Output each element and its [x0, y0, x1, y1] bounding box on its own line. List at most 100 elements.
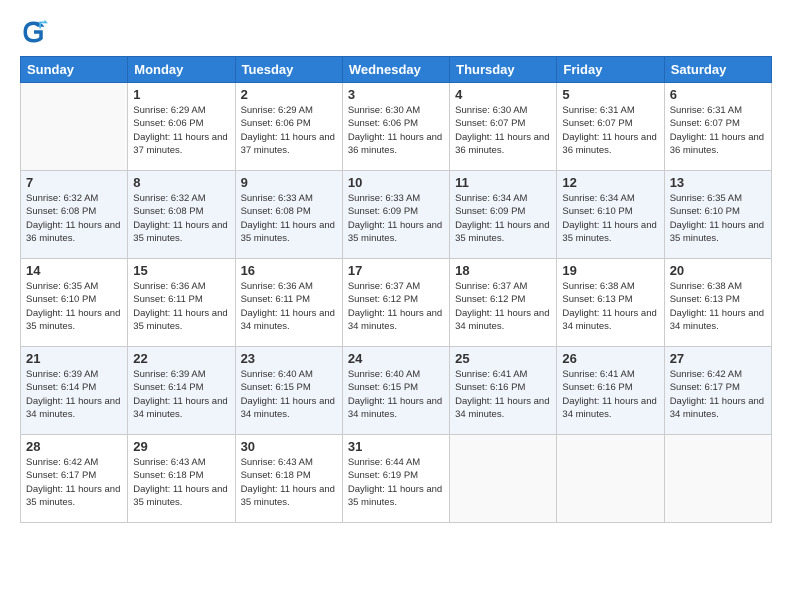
day-number: 14: [26, 263, 122, 278]
cell-info: Sunrise: 6:38 AMSunset: 6:13 PMDaylight:…: [562, 280, 658, 333]
cell-info: Sunrise: 6:34 AMSunset: 6:10 PMDaylight:…: [562, 192, 658, 245]
day-number: 1: [133, 87, 229, 102]
cell-info: Sunrise: 6:41 AMSunset: 6:16 PMDaylight:…: [455, 368, 551, 421]
day-number: 8: [133, 175, 229, 190]
cell-info: Sunrise: 6:39 AMSunset: 6:14 PMDaylight:…: [26, 368, 122, 421]
calendar-cell: 26 Sunrise: 6:41 AMSunset: 6:16 PMDayligh…: [557, 347, 664, 435]
cell-info: Sunrise: 6:36 AMSunset: 6:11 PMDaylight:…: [133, 280, 229, 333]
calendar-week-row: 1 Sunrise: 6:29 AMSunset: 6:06 PMDaylight…: [21, 83, 772, 171]
calendar-cell: 16Sunrise: 6:36 AMSunset: 6:11 PMDayligh…: [235, 259, 342, 347]
calendar-cell: [664, 435, 771, 523]
calendar-header-monday: Monday: [128, 57, 235, 83]
cell-info: Sunrise: 6:33 AMSunset: 6:08 PMDaylight:…: [241, 192, 337, 245]
calendar-cell: [21, 83, 128, 171]
day-number: 11: [455, 175, 551, 190]
calendar-cell: 27 Sunrise: 6:42 AMSunset: 6:17 PMDayligh…: [664, 347, 771, 435]
day-number: 18: [455, 263, 551, 278]
cell-info: Sunrise: 6:44 AMSunset: 6:19 PMDaylight:…: [348, 456, 444, 509]
day-number: 25: [455, 351, 551, 366]
day-number: 24: [348, 351, 444, 366]
day-number: 12: [562, 175, 658, 190]
cell-info: Sunrise: 6:39 AMSunset: 6:14 PMDaylight:…: [133, 368, 229, 421]
cell-info: Sunrise: 6:29 AMSunset: 6:06 PMDaylight:…: [133, 104, 229, 157]
cell-info: Sunrise: 6:31 AMSunset: 6:07 PMDaylight:…: [562, 104, 658, 157]
calendar-cell: 2 Sunrise: 6:29 AMSunset: 6:06 PMDaylight…: [235, 83, 342, 171]
cell-info: Sunrise: 6:40 AMSunset: 6:15 PMDaylight:…: [348, 368, 444, 421]
cell-info: Sunrise: 6:37 AMSunset: 6:12 PMDaylight:…: [455, 280, 551, 333]
day-number: 22: [133, 351, 229, 366]
cell-info: Sunrise: 6:43 AMSunset: 6:18 PMDaylight:…: [133, 456, 229, 509]
calendar-header-thursday: Thursday: [450, 57, 557, 83]
cell-info: Sunrise: 6:43 AMSunset: 6:18 PMDaylight:…: [241, 456, 337, 509]
day-number: 13: [670, 175, 766, 190]
day-number: 6: [670, 87, 766, 102]
calendar-header-sunday: Sunday: [21, 57, 128, 83]
day-number: 21: [26, 351, 122, 366]
calendar-cell: 4 Sunrise: 6:30 AMSunset: 6:07 PMDaylight…: [450, 83, 557, 171]
calendar-cell: 5 Sunrise: 6:31 AMSunset: 6:07 PMDaylight…: [557, 83, 664, 171]
day-number: 16: [241, 263, 337, 278]
calendar-header-tuesday: Tuesday: [235, 57, 342, 83]
day-number: 5: [562, 87, 658, 102]
cell-info: Sunrise: 6:37 AMSunset: 6:12 PMDaylight:…: [348, 280, 444, 333]
cell-info: Sunrise: 6:30 AMSunset: 6:07 PMDaylight:…: [455, 104, 551, 157]
cell-info: Sunrise: 6:29 AMSunset: 6:06 PMDaylight:…: [241, 104, 337, 157]
page: SundayMondayTuesdayWednesdayThursdayFrid…: [0, 0, 792, 612]
calendar-cell: 28 Sunrise: 6:42 AMSunset: 6:17 PMDayligh…: [21, 435, 128, 523]
cell-info: Sunrise: 6:32 AMSunset: 6:08 PMDaylight:…: [26, 192, 122, 245]
calendar-cell: [450, 435, 557, 523]
calendar-cell: 14 Sunrise: 6:35 AMSunset: 6:10 PMDayligh…: [21, 259, 128, 347]
cell-info: Sunrise: 6:41 AMSunset: 6:16 PMDaylight:…: [562, 368, 658, 421]
day-number: 10: [348, 175, 444, 190]
calendar-cell: 21 Sunrise: 6:39 AMSunset: 6:14 PMDayligh…: [21, 347, 128, 435]
calendar-cell: 29 Sunrise: 6:43 AMSunset: 6:18 PMDayligh…: [128, 435, 235, 523]
cell-info: Sunrise: 6:35 AMSunset: 6:10 PMDaylight:…: [26, 280, 122, 333]
cell-info: Sunrise: 6:30 AMSunset: 6:06 PMDaylight:…: [348, 104, 444, 157]
cell-info: Sunrise: 6:40 AMSunset: 6:15 PMDaylight:…: [241, 368, 337, 421]
day-number: 27: [670, 351, 766, 366]
cell-info: Sunrise: 6:42 AMSunset: 6:17 PMDaylight:…: [670, 368, 766, 421]
calendar-cell: 17Sunrise: 6:37 AMSunset: 6:12 PMDayligh…: [342, 259, 449, 347]
calendar-cell: 24 Sunrise: 6:40 AMSunset: 6:15 PMDayligh…: [342, 347, 449, 435]
calendar-cell: 1 Sunrise: 6:29 AMSunset: 6:06 PMDaylight…: [128, 83, 235, 171]
day-number: 4: [455, 87, 551, 102]
calendar-cell: 18 Sunrise: 6:37 AMSunset: 6:12 PMDayligh…: [450, 259, 557, 347]
calendar-cell: 19 Sunrise: 6:38 AMSunset: 6:13 PMDayligh…: [557, 259, 664, 347]
header: [20, 18, 772, 46]
calendar-header-row: SundayMondayTuesdayWednesdayThursdayFrid…: [21, 57, 772, 83]
day-number: 29: [133, 439, 229, 454]
cell-info: Sunrise: 6:31 AMSunset: 6:07 PMDaylight:…: [670, 104, 766, 157]
cell-info: Sunrise: 6:42 AMSunset: 6:17 PMDaylight:…: [26, 456, 122, 509]
calendar-cell: 8Sunrise: 6:32 AMSunset: 6:08 PMDaylight…: [128, 171, 235, 259]
calendar-cell: 22 Sunrise: 6:39 AMSunset: 6:14 PMDayligh…: [128, 347, 235, 435]
calendar-header-saturday: Saturday: [664, 57, 771, 83]
cell-info: Sunrise: 6:33 AMSunset: 6:09 PMDaylight:…: [348, 192, 444, 245]
calendar-cell: 30Sunrise: 6:43 AMSunset: 6:18 PMDayligh…: [235, 435, 342, 523]
logo: [20, 18, 52, 46]
calendar-week-row: 28 Sunrise: 6:42 AMSunset: 6:17 PMDayligh…: [21, 435, 772, 523]
calendar-cell: 3 Sunrise: 6:30 AMSunset: 6:06 PMDaylight…: [342, 83, 449, 171]
day-number: 9: [241, 175, 337, 190]
calendar-table: SundayMondayTuesdayWednesdayThursdayFrid…: [20, 56, 772, 523]
calendar-cell: [557, 435, 664, 523]
calendar-header-wednesday: Wednesday: [342, 57, 449, 83]
day-number: 20: [670, 263, 766, 278]
calendar-cell: 6 Sunrise: 6:31 AMSunset: 6:07 PMDaylight…: [664, 83, 771, 171]
day-number: 19: [562, 263, 658, 278]
day-number: 26: [562, 351, 658, 366]
calendar-cell: 10 Sunrise: 6:33 AMSunset: 6:09 PMDayligh…: [342, 171, 449, 259]
calendar-week-row: 14 Sunrise: 6:35 AMSunset: 6:10 PMDayligh…: [21, 259, 772, 347]
calendar-cell: 13Sunrise: 6:35 AMSunset: 6:10 PMDayligh…: [664, 171, 771, 259]
day-number: 31: [348, 439, 444, 454]
day-number: 3: [348, 87, 444, 102]
calendar-cell: 7Sunrise: 6:32 AMSunset: 6:08 PMDaylight…: [21, 171, 128, 259]
cell-info: Sunrise: 6:38 AMSunset: 6:13 PMDaylight:…: [670, 280, 766, 333]
calendar-cell: 31 Sunrise: 6:44 AMSunset: 6:19 PMDayligh…: [342, 435, 449, 523]
day-number: 2: [241, 87, 337, 102]
calendar-cell: 25 Sunrise: 6:41 AMSunset: 6:16 PMDayligh…: [450, 347, 557, 435]
calendar-week-row: 7Sunrise: 6:32 AMSunset: 6:08 PMDaylight…: [21, 171, 772, 259]
day-number: 15: [133, 263, 229, 278]
day-number: 23: [241, 351, 337, 366]
calendar-cell: 9 Sunrise: 6:33 AMSunset: 6:08 PMDaylight…: [235, 171, 342, 259]
day-number: 28: [26, 439, 122, 454]
